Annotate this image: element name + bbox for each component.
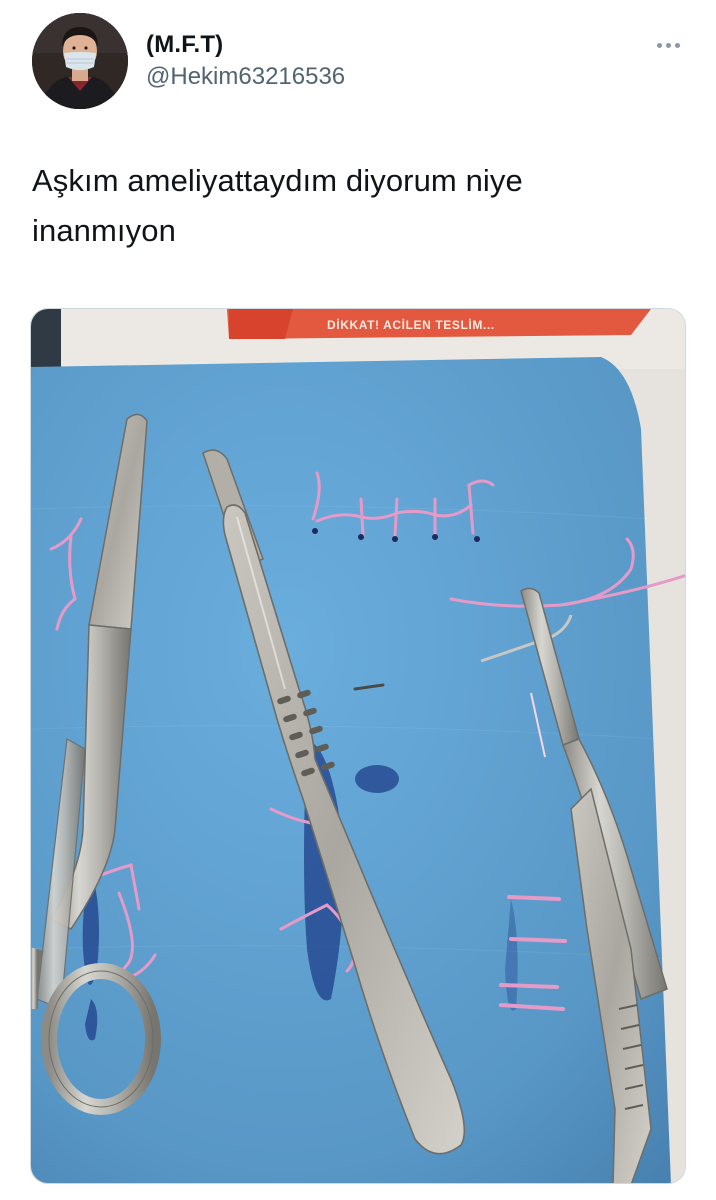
tweet: (M.F.T) @Hekim63216536 Aşkım ameliyattay… (0, 0, 716, 1200)
tweet-photo[interactable]: DİKKAT! ACİLEN TESLİM... (30, 308, 686, 1184)
user-block[interactable]: (M.F.T) @Hekim63216536 (146, 30, 345, 94)
more-horizontal-icon-dot (665, 42, 671, 48)
more-options-button[interactable] (650, 34, 686, 56)
more-horizontal-icon (656, 42, 662, 48)
avatar[interactable] (32, 13, 128, 109)
banner-text: DİKKAT! ACİLEN TESLİM... (327, 317, 495, 332)
display-name[interactable]: (M.F.T) (146, 30, 345, 60)
user-handle[interactable]: @Hekim63216536 (146, 60, 345, 94)
tweet-text: Aşkım ameliyattaydım diyorum niye inanmı… (32, 163, 523, 248)
warning-banner: DİKKAT! ACİLEN TESLİM... (227, 309, 651, 339)
more-horizontal-icon-dot (674, 42, 680, 48)
